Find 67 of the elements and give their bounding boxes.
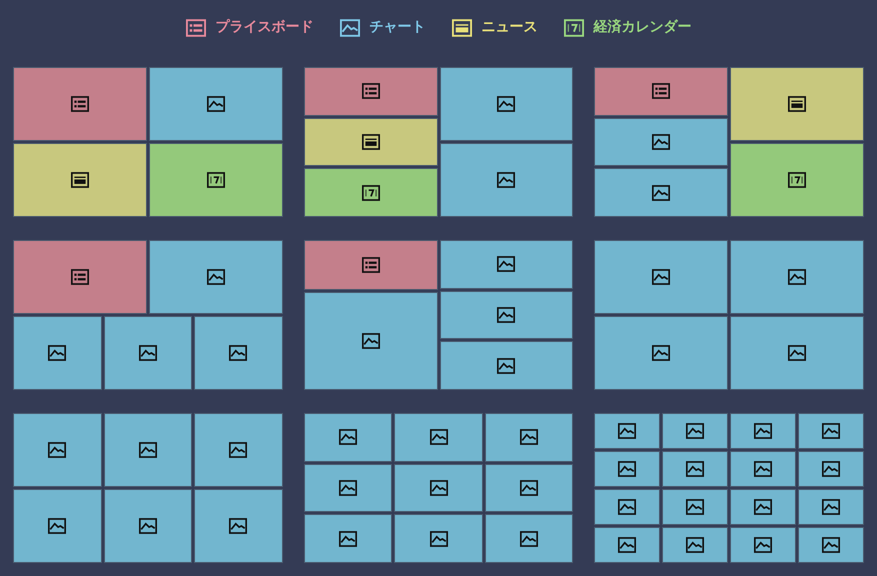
chart-icon — [652, 184, 670, 201]
chart-icon — [497, 96, 516, 112]
chart-icon — [338, 530, 357, 547]
chart-icon — [229, 345, 248, 361]
legend-label: 経済カレンダー — [594, 18, 692, 37]
chart-icon — [754, 423, 772, 439]
chart-icon — [430, 530, 448, 547]
chart-icon — [618, 537, 636, 553]
chart-icon — [138, 442, 157, 458]
chart-icon — [138, 518, 157, 534]
chart-icon — [788, 345, 806, 361]
chart-icon — [686, 461, 704, 477]
chart-icon — [497, 307, 516, 323]
chart-icon — [340, 18, 360, 36]
chart-icon — [48, 518, 66, 534]
legend-label: ニュース — [482, 18, 538, 37]
chart-icon — [822, 423, 840, 439]
list-icon — [70, 96, 89, 112]
chart-icon — [618, 499, 636, 515]
list-icon — [362, 257, 380, 273]
chart-icon — [338, 429, 357, 446]
chart-icon — [822, 461, 840, 477]
chart-icon — [338, 480, 357, 496]
chart-icon — [754, 537, 772, 553]
chart-icon — [618, 423, 636, 439]
list-icon — [362, 83, 380, 100]
window-icon — [788, 96, 806, 112]
chart-icon — [497, 256, 516, 272]
chart-icon — [520, 480, 538, 496]
chart-icon — [754, 499, 772, 515]
chart-icon — [497, 358, 516, 374]
chart-icon — [652, 269, 670, 285]
chart-icon — [822, 537, 840, 553]
chart-icon — [686, 537, 704, 553]
calendar-icon — [564, 18, 584, 36]
list-icon — [186, 18, 206, 36]
chart-icon — [618, 461, 636, 477]
chart-icon — [138, 345, 157, 361]
chart-icon — [520, 530, 538, 547]
window-icon — [452, 18, 472, 36]
chart-icon — [652, 134, 670, 150]
chart-icon — [48, 345, 66, 361]
chart-icon — [206, 96, 225, 112]
chart-icon — [229, 518, 248, 534]
list-icon — [652, 83, 670, 100]
legend-label: プライスボード — [216, 18, 314, 37]
chart-icon — [206, 269, 225, 285]
chart-icon — [497, 172, 516, 188]
chart-icon — [754, 461, 772, 477]
chart-icon — [520, 429, 538, 446]
calendar-icon — [788, 172, 806, 188]
window-icon — [70, 172, 89, 188]
chart-icon — [686, 499, 704, 515]
chart-icon — [686, 423, 704, 439]
chart-icon — [229, 442, 248, 458]
legend-label: チャート — [370, 18, 426, 37]
chart-icon — [48, 442, 66, 458]
list-icon — [70, 269, 89, 285]
chart-icon — [430, 480, 448, 496]
chart-icon — [430, 429, 448, 446]
chart-icon — [788, 269, 806, 285]
chart-icon — [362, 333, 380, 349]
calendar-icon — [206, 172, 225, 188]
chart-icon — [652, 345, 670, 361]
calendar-icon — [362, 184, 380, 201]
window-icon — [362, 134, 380, 150]
chart-icon — [822, 499, 840, 515]
